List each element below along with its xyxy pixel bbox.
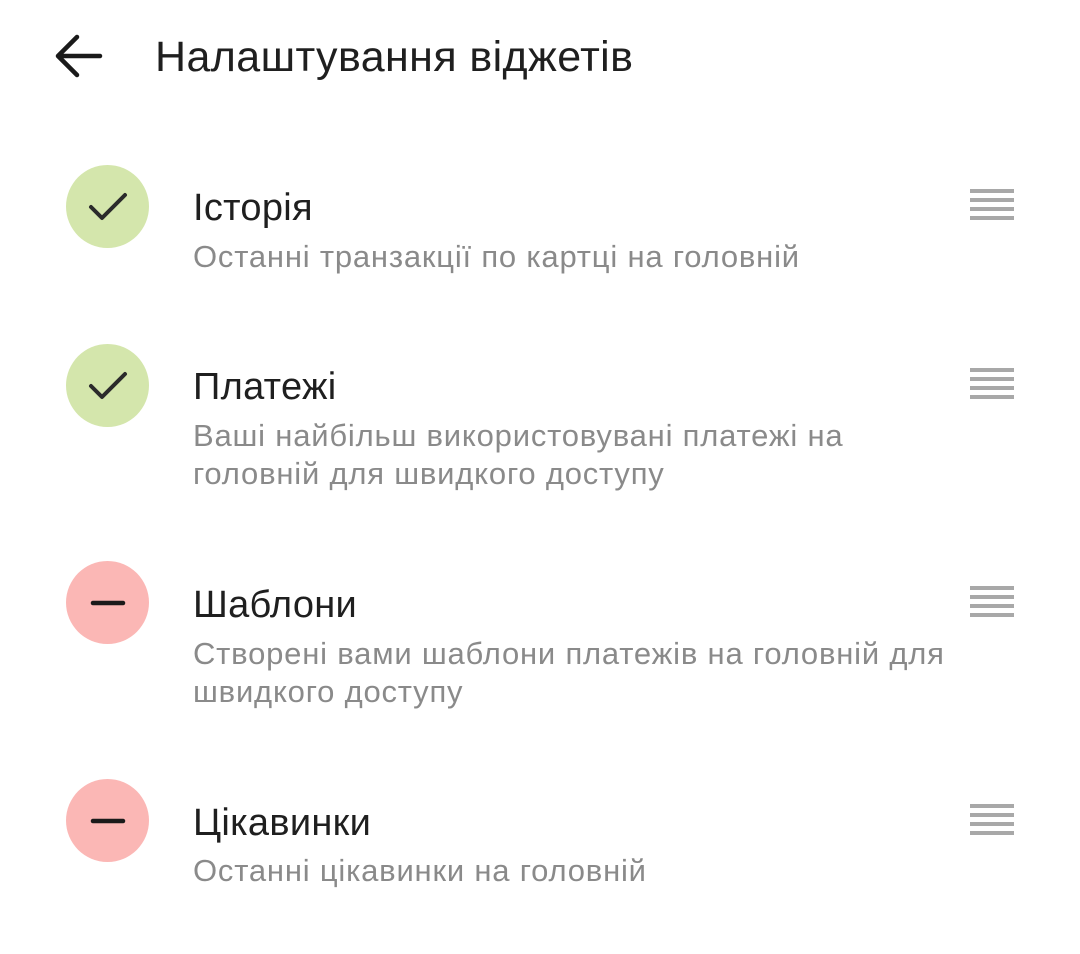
widget-title: Цікавинки <box>193 802 372 844</box>
drag-handle-templates[interactable] <box>962 577 1022 627</box>
widget-toggle-highlights[interactable] <box>66 779 149 862</box>
drag-handle-payments[interactable] <box>962 359 1022 409</box>
drag-handle-icon <box>970 189 1014 220</box>
drag-handle-highlights[interactable] <box>962 795 1022 845</box>
widget-description: Останні цікавинки на головній <box>193 853 647 888</box>
minus-icon <box>90 818 125 823</box>
minus-icon <box>90 600 125 605</box>
drag-handle-icon <box>970 804 1014 835</box>
drag-handle-icon <box>970 586 1014 617</box>
widget-title: Історія <box>193 187 313 229</box>
widget-toggle-templates[interactable] <box>66 561 149 644</box>
widget-description: Ваші найбільш використовувані платежі на… <box>193 418 844 491</box>
check-icon <box>88 192 127 220</box>
widget-description: Створені вами шаблони платежів на головн… <box>193 636 945 709</box>
widget-title: Платежі <box>193 366 337 408</box>
widget-title: Шаблони <box>193 584 358 626</box>
widget-toggle-payments[interactable] <box>66 344 149 427</box>
widget-list: Історія Останні транзакції по картці на … <box>0 0 1080 954</box>
widget-description: Останні транзакції по картці на головній <box>193 239 800 274</box>
drag-handle-icon <box>970 368 1014 399</box>
check-icon <box>88 371 127 399</box>
drag-handle-history[interactable] <box>962 180 1022 230</box>
widget-toggle-history[interactable] <box>66 165 149 248</box>
